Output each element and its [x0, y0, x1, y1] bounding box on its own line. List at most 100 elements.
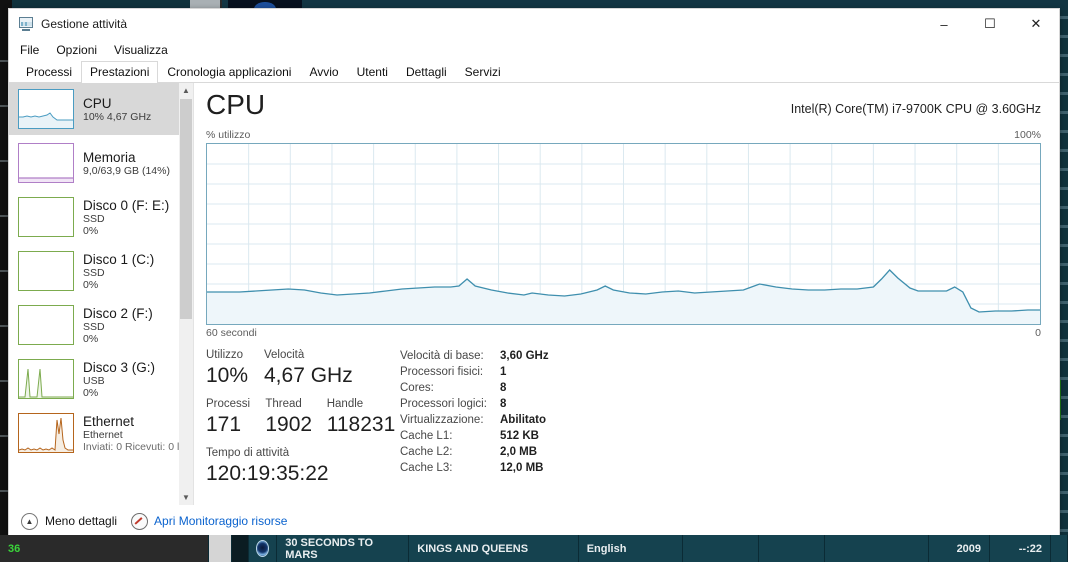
sidebar-item-disco-0[interactable]: Disco 0 (F: E:) SSD 0% — [9, 191, 179, 243]
resource-sidebar: CPU 10% 4,67 GHz Memoria 9,0/63,9 GB (14… — [9, 83, 194, 505]
maximize-button[interactable]: ☐ — [967, 9, 1013, 39]
spec-row: Cache L3: 12,0 MB — [400, 460, 549, 476]
open-resource-monitor-link[interactable]: Apri Monitoraggio risorse — [131, 512, 288, 530]
minimize-button[interactable]: – — [921, 9, 967, 39]
tab-servizi[interactable]: Servizi — [456, 61, 510, 83]
spec-key: Cores: — [400, 382, 434, 394]
graph-bottom-labels: 60 secondi 0 — [206, 327, 1041, 339]
player-gap — [208, 535, 233, 562]
window-title: Gestione attività — [41, 17, 128, 31]
disk0-thumbnail-graph — [18, 197, 74, 237]
sidebar-disco2-name: Disco 2 (F:) — [83, 305, 153, 321]
tab-dettagli[interactable]: Dettagli — [397, 61, 456, 83]
sidebar-item-text: Memoria 9,0/63,9 GB (14%) — [83, 150, 170, 177]
player-time[interactable]: --:22 — [990, 535, 1051, 562]
spec-row: Cache L1: 512 KB — [400, 428, 549, 444]
disk2-thumbnail-graph — [18, 305, 74, 345]
sidebar-item-cpu[interactable]: CPU 10% 4,67 GHz — [9, 83, 179, 135]
sidebar-item-disco-3[interactable]: Disco 3 (G:) USB 0% — [9, 353, 179, 405]
resource-monitor-icon — [131, 512, 149, 530]
player-empty-1[interactable] — [683, 535, 759, 562]
sidebar-disco1-name: Disco 1 (C:) — [83, 251, 155, 267]
disc-icon — [249, 535, 278, 562]
cpu-thumbnail-graph — [18, 89, 74, 129]
chevron-up-icon[interactable]: ▲ — [179, 83, 193, 98]
spec-key: Velocità di base: — [400, 350, 484, 362]
sidebar-disco3-name: Disco 3 (G:) — [83, 359, 156, 375]
menu-item-file[interactable]: File — [20, 43, 39, 57]
tab-avvio[interactable]: Avvio — [300, 61, 347, 83]
spec-key: Cache L3: — [400, 462, 453, 474]
player-empty-2[interactable] — [759, 535, 826, 562]
player-empty-3[interactable] — [825, 535, 930, 562]
spec-key: Cache L2: — [400, 446, 453, 458]
cpu-readouts-left: Utilizzo Velocità 10% 4,67 GHz Processi … — [206, 348, 396, 487]
cpu-readouts: Utilizzo Velocità 10% 4,67 GHz Processi … — [206, 348, 1041, 487]
tab-utenti[interactable]: Utenti — [348, 61, 397, 83]
readout-labels-row1: Utilizzo Velocità — [206, 348, 396, 363]
player-title[interactable]: KINGS AND QUEENS — [409, 535, 579, 562]
graph-y-max-label: 100% — [1014, 129, 1041, 141]
sidebar-disco0-line2: SSD — [83, 212, 105, 225]
media-player-bar: 36 30 SECONDS TO MARS KINGS AND QUEENS E… — [0, 535, 1068, 562]
resource-monitor-label: Apri Monitoraggio risorse — [154, 514, 288, 528]
disk1-thumbnail-graph — [18, 251, 74, 291]
chevron-down-icon[interactable]: ▼ — [179, 490, 193, 505]
scrollbar-thumb[interactable] — [180, 99, 192, 319]
player-divider — [232, 535, 250, 562]
sidebar-disco2-line2: SSD — [83, 320, 105, 333]
handle-value: 118231 — [326, 413, 396, 436]
player-counter: 36 — [0, 535, 209, 562]
player-artist[interactable]: 30 SECONDS TO MARS — [277, 535, 410, 562]
player-language[interactable]: English — [579, 535, 683, 562]
sidebar-item-disco-2[interactable]: Disco 2 (F:) SSD 0% — [9, 299, 179, 351]
spec-value: 2,0 MB — [500, 446, 538, 458]
cpu-model-label: Intel(R) Core(TM) i7-9700K CPU @ 3.60GHz — [790, 102, 1041, 116]
sidebar-item-memoria[interactable]: Memoria 9,0/63,9 GB (14%) — [9, 137, 179, 189]
chevron-up-circle-icon: ▲ — [21, 512, 38, 530]
spec-value: 12,0 MB — [500, 462, 544, 474]
player-empty-4[interactable] — [1051, 535, 1068, 562]
uptime-label: Tempo di attività — [206, 447, 290, 459]
tab-prestazioni[interactable]: Prestazioni — [81, 61, 159, 83]
spec-row: Processori logici: 8 — [400, 396, 549, 412]
player-year[interactable]: 2009 — [929, 535, 991, 562]
utilizzo-value: 10% — [206, 364, 249, 387]
sidebar-item-ethernet[interactable]: Ethernet Ethernet Inviati: 0 Ricevuti: 0… — [9, 407, 179, 459]
sidebar-item-text: Disco 0 (F: E:) SSD 0% — [83, 198, 169, 237]
handle-label: Handle — [326, 398, 364, 410]
velocita-label: Velocità — [264, 349, 305, 361]
cpu-usage-graph — [206, 143, 1041, 325]
menu-item-visualizza[interactable]: Visualizza — [114, 43, 168, 57]
menu-item-opzioni[interactable]: Opzioni — [56, 43, 97, 57]
cpu-usage-graph-svg — [207, 144, 1040, 324]
sidebar-scrollbar[interactable]: ▲ ▼ — [179, 83, 193, 505]
spec-value: 512 KB — [500, 430, 539, 442]
spec-row: Processori fisici: 1 — [400, 364, 549, 380]
utilizzo-label: Utilizzo — [206, 349, 244, 361]
sidebar-item-disco-1[interactable]: Disco 1 (C:) SSD 0% — [9, 245, 179, 297]
window-body: CPU 10% 4,67 GHz Memoria 9,0/63,9 GB (14… — [9, 83, 1059, 505]
velocita-value: 4,67 GHz — [264, 364, 353, 387]
spec-value: 8 — [500, 382, 507, 394]
spec-row: Velocità di base: 3,60 GHz — [400, 348, 549, 364]
spec-key: Cache L1: — [400, 430, 453, 442]
sidebar-item-text: Ethernet Ethernet Inviati: 0 Ricevuti: 0… — [83, 414, 179, 453]
readout-values-row2: 171 1902 118231 — [206, 412, 396, 438]
cpu-detail-pane: CPU Intel(R) Core(TM) i7-9700K CPU @ 3.6… — [194, 83, 1059, 505]
sidebar-item-text: Disco 2 (F:) SSD 0% — [83, 306, 153, 345]
processi-label: Processi — [206, 398, 251, 410]
resource-list: CPU 10% 4,67 GHz Memoria 9,0/63,9 GB (14… — [9, 83, 179, 505]
sidebar-disco1-line3: 0% — [83, 278, 99, 291]
disk3-thumbnail-graph — [18, 359, 74, 399]
spec-value: 1 — [500, 366, 507, 378]
close-button[interactable]: ✕ — [1013, 9, 1059, 39]
tab-cronologia-applicazioni[interactable]: Cronologia applicazioni — [158, 61, 300, 83]
sidebar-item-text: CPU 10% 4,67 GHz — [83, 96, 151, 123]
less-details-button[interactable]: ▲ Meno dettagli — [21, 512, 117, 530]
spec-value: Abilitato — [500, 414, 546, 426]
spec-value: 8 — [500, 398, 507, 410]
tab-processi[interactable]: Processi — [17, 61, 81, 83]
graph-top-labels: % utilizzo 100% — [206, 129, 1041, 141]
sidebar-disco3-line3: 0% — [83, 386, 99, 399]
